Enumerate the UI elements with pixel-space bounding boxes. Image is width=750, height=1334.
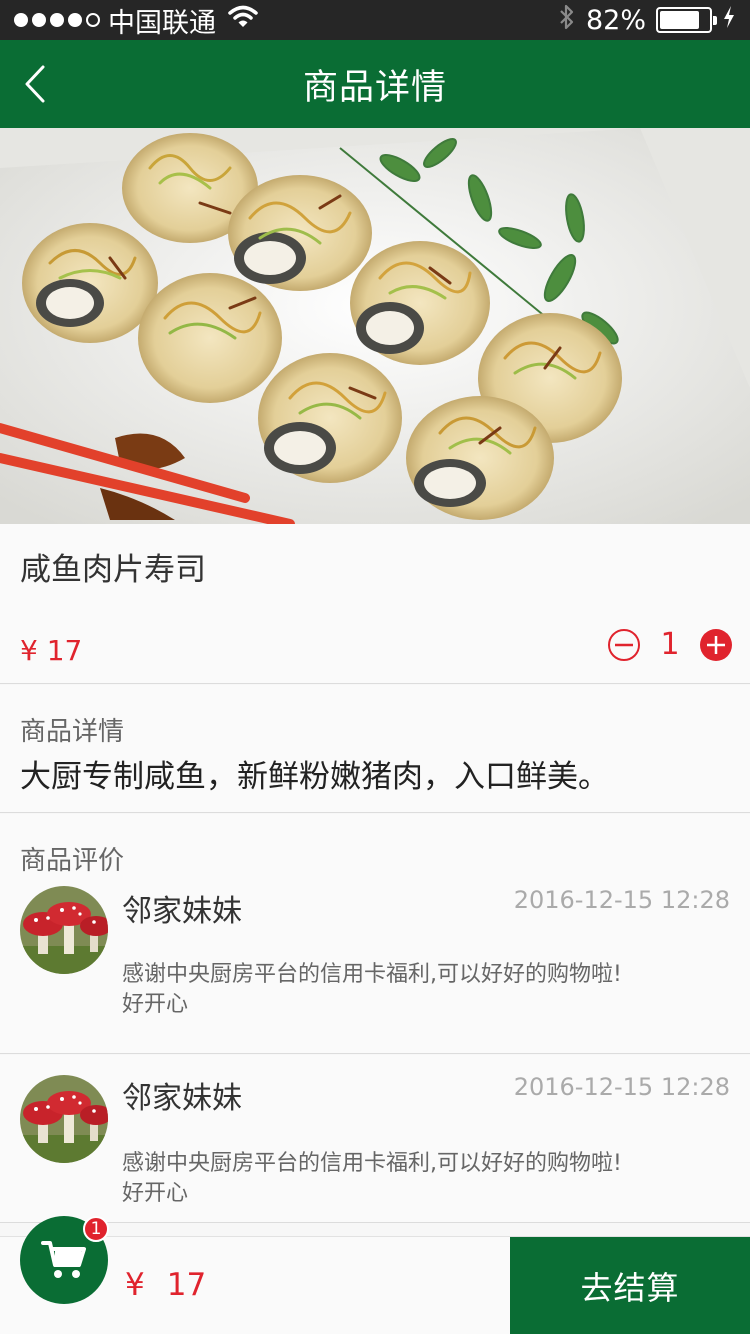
review-date: 2016-12-15 12:28 xyxy=(513,886,730,914)
review-text-line: 感谢中央厨房平台的信用卡福利,可以好好的购物啦! xyxy=(122,1151,622,1176)
review-text: 感谢中央厨房平台的信用卡福利,可以好好的购物啦! 好开心 xyxy=(122,1149,692,1209)
detail-text: 大厨专制咸鱼，新鲜粉嫩猪肉，入口鲜美。 xyxy=(20,759,609,795)
review-text: 感谢中央厨房平台的信用卡福利,可以好好的购物啦! 好开心 xyxy=(122,960,692,1020)
reviewer-name: 邻家妹妹 xyxy=(122,894,242,929)
review-text-line: 感谢中央厨房平台的信用卡福利,可以好好的购物啦! xyxy=(122,962,622,987)
battery-icon xyxy=(656,7,717,33)
signal-dots-icon xyxy=(14,13,100,27)
reviewer-name: 邻家妹妹 xyxy=(122,1081,242,1116)
avatar xyxy=(20,886,108,974)
product-price: ¥ 17 xyxy=(20,634,83,667)
checkout-button[interactable]: 去结算 xyxy=(510,1237,750,1334)
decrease-quantity-button[interactable] xyxy=(608,628,640,661)
review-text-line: 好开心 xyxy=(122,1181,189,1206)
detail-title: 商品详情 xyxy=(20,717,125,747)
increase-quantity-button[interactable] xyxy=(700,628,732,661)
quantity-stepper: 1 xyxy=(608,627,732,662)
bottom-bar: ¥17 去结算 xyxy=(0,1236,750,1334)
minus-icon xyxy=(615,643,633,646)
chevron-left-icon xyxy=(25,65,45,103)
wifi-icon xyxy=(228,5,258,36)
currency-symbol: ¥ xyxy=(125,1267,145,1303)
product-info: 咸鱼肉片寿司 ¥ 17 1 xyxy=(0,524,750,684)
charging-icon xyxy=(722,5,736,36)
product-name: 咸鱼肉片寿司 xyxy=(20,552,206,588)
review-text-line: 好开心 xyxy=(122,992,189,1017)
bluetooth-icon xyxy=(558,3,576,38)
nav-bar: 商品详情 xyxy=(0,40,750,128)
review-item: 邻家妹妹 2016-12-15 12:28 感谢中央厨房平台的信用卡福利,可以好… xyxy=(0,1055,750,1223)
review-date: 2016-12-15 12:28 xyxy=(513,1073,730,1101)
status-right: 82% xyxy=(558,3,736,38)
plus-icon xyxy=(707,635,725,654)
shopping-cart-icon xyxy=(41,1241,86,1278)
product-detail-section: 商品详情 大厨专制咸鱼，新鲜粉嫩猪肉，入口鲜美。 xyxy=(0,685,750,813)
avatar xyxy=(20,1075,108,1163)
reviews-header: 商品评价 xyxy=(0,814,750,876)
cart-total: ¥17 xyxy=(125,1267,206,1303)
cart-count-badge: 1 xyxy=(83,1216,109,1242)
battery-percent: 82% xyxy=(585,4,646,36)
back-button[interactable] xyxy=(10,56,60,112)
review-item: 邻家妹妹 2016-12-15 12:28 感谢中央厨房平台的信用卡福利,可以好… xyxy=(0,874,750,1054)
reviews-title: 商品评价 xyxy=(20,846,125,876)
status-bar: 中国联通 82% xyxy=(0,0,750,40)
quantity-value: 1 xyxy=(660,627,680,662)
carrier-label: 中国联通 xyxy=(108,7,216,39)
total-amount: 17 xyxy=(166,1267,207,1303)
product-image xyxy=(0,128,750,524)
page-title: 商品详情 xyxy=(302,67,447,108)
